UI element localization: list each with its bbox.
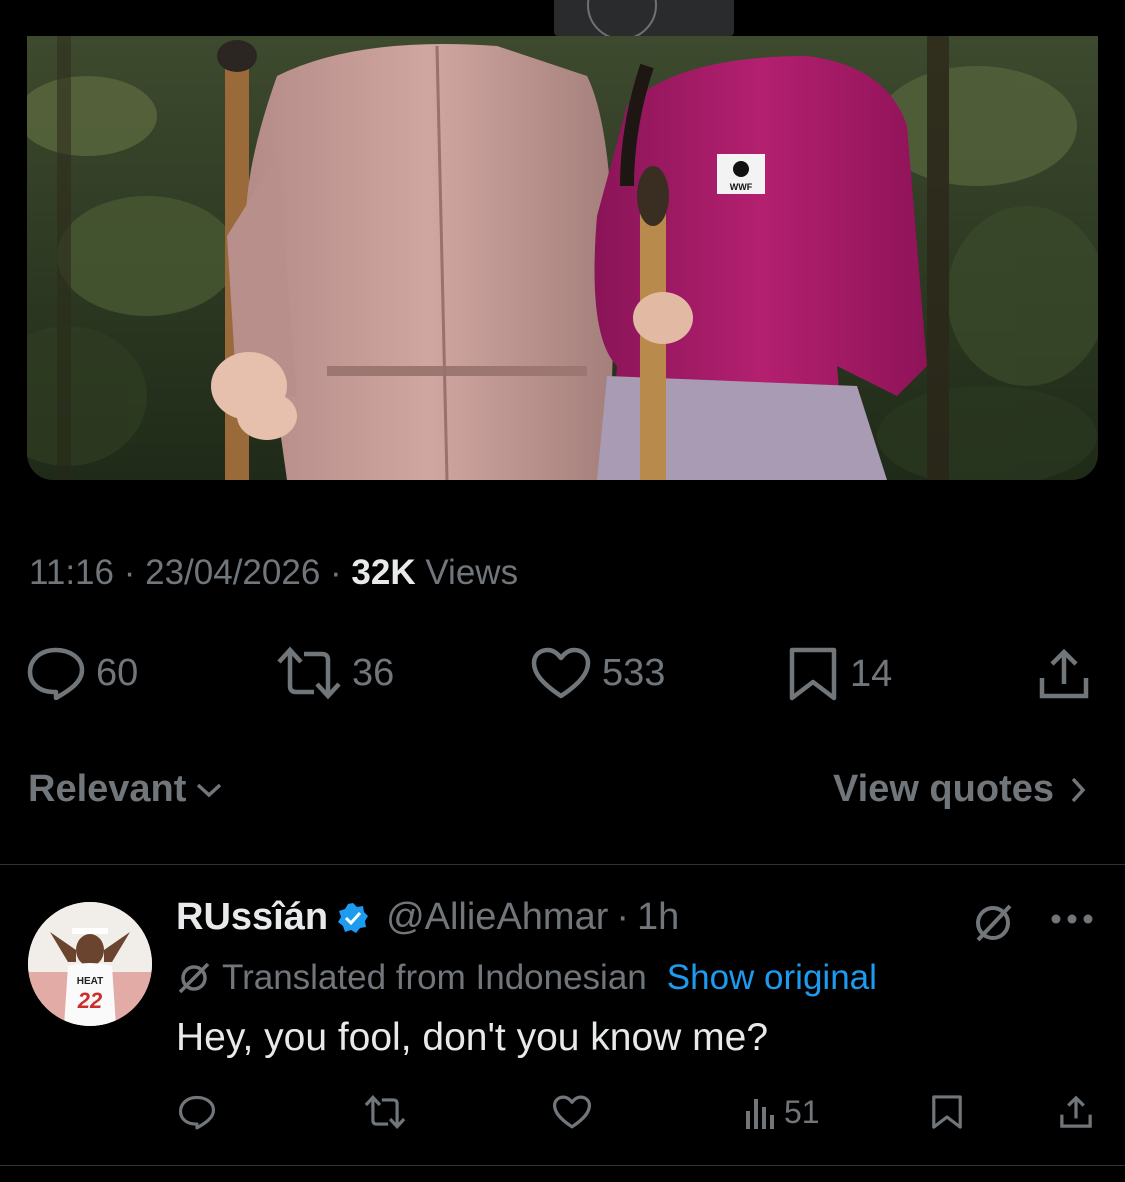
repost-icon (364, 1095, 406, 1129)
tweet-time: 11:16 (29, 553, 114, 592)
repost-button[interactable]: 36 (276, 646, 394, 700)
bookmark-count: 14 (850, 652, 893, 695)
reply-time: 1h (637, 896, 680, 938)
reply-share-button[interactable] (1058, 1094, 1094, 1130)
reply-button[interactable]: 60 (26, 646, 138, 700)
wwf-logo-text: WWF (730, 182, 753, 192)
reply-repost-button[interactable] (364, 1094, 406, 1130)
repost-count: 36 (352, 651, 395, 694)
divider (0, 1165, 1125, 1166)
photo-illustration: WWF (27, 36, 1098, 480)
avatar-jersey-number: 22 (77, 988, 103, 1013)
translated-label: Translated from Indonesian (222, 958, 647, 997)
bookmark-icon (789, 647, 837, 701)
view-quotes-link[interactable]: View quotes (833, 768, 1088, 811)
grok-icon (976, 904, 1012, 942)
avatar[interactable]: HEAT 22 (28, 902, 152, 1026)
reply-like-button[interactable] (552, 1094, 592, 1130)
view-quotes-label: View quotes (832, 768, 1054, 810)
tweet-meta: 11:16 · 23/04/2026 · 32K Views (29, 553, 519, 592)
chevron-right-icon (1071, 777, 1086, 802)
reply-reply-button[interactable] (178, 1094, 216, 1130)
close-icon[interactable] (587, 0, 657, 40)
reply-bookmark-button[interactable] (930, 1094, 964, 1130)
chevron-down-icon (197, 783, 222, 797)
divider (0, 864, 1125, 865)
reply-header: RUssîán @AllieAhmar · 1h (176, 896, 680, 939)
tweet-photo[interactable]: WWF (27, 36, 1098, 480)
like-button[interactable]: 533 (530, 646, 665, 700)
translation-note: Translated from Indonesian Show original (176, 958, 877, 998)
like-count: 533 (602, 651, 666, 694)
media-close-pill[interactable] (554, 0, 734, 40)
avatar-team-text: HEAT (77, 976, 103, 987)
replies-sort-row: Relevant View quotes (28, 768, 1088, 818)
more-icon (1051, 914, 1093, 924)
translate-icon (178, 962, 210, 994)
sort-label: Relevant (28, 768, 187, 810)
verified-icon (338, 902, 369, 933)
show-original-link[interactable]: Show original (667, 958, 877, 998)
sort-dropdown[interactable]: Relevant (28, 768, 224, 811)
reply-count: 60 (96, 651, 139, 694)
reply-author-handle[interactable]: @AllieAhmar (386, 896, 608, 939)
reply-icon (178, 1095, 216, 1130)
tweet-date: 23/04/2026 (145, 553, 321, 592)
reply-text: Hey, you fool, don't you know me? (176, 1016, 769, 1059)
grok-button[interactable] (970, 900, 1016, 951)
bookmark-icon (932, 1095, 962, 1129)
more-button[interactable] (1050, 912, 1094, 931)
avatar-image: HEAT 22 (28, 902, 152, 1026)
share-icon (1039, 648, 1089, 699)
bookmark-button[interactable]: 14 (786, 646, 892, 702)
reply-views-count: 51 (784, 1094, 820, 1130)
views-icon (746, 1098, 774, 1129)
reply-views-button[interactable]: 51 (744, 1094, 820, 1131)
tweet-actions: 60 36 533 14 (0, 646, 1125, 702)
repost-icon (277, 646, 341, 700)
views-label: Views (425, 553, 519, 592)
reply-actions: 51 (0, 1094, 1125, 1134)
share-icon (1060, 1095, 1092, 1128)
like-icon (552, 1095, 592, 1129)
views-count: 32K (351, 553, 416, 592)
like-icon (531, 647, 591, 699)
share-button[interactable] (1036, 646, 1092, 702)
reply-icon (27, 647, 85, 700)
reply-author-name[interactable]: RUssîán (176, 896, 328, 939)
